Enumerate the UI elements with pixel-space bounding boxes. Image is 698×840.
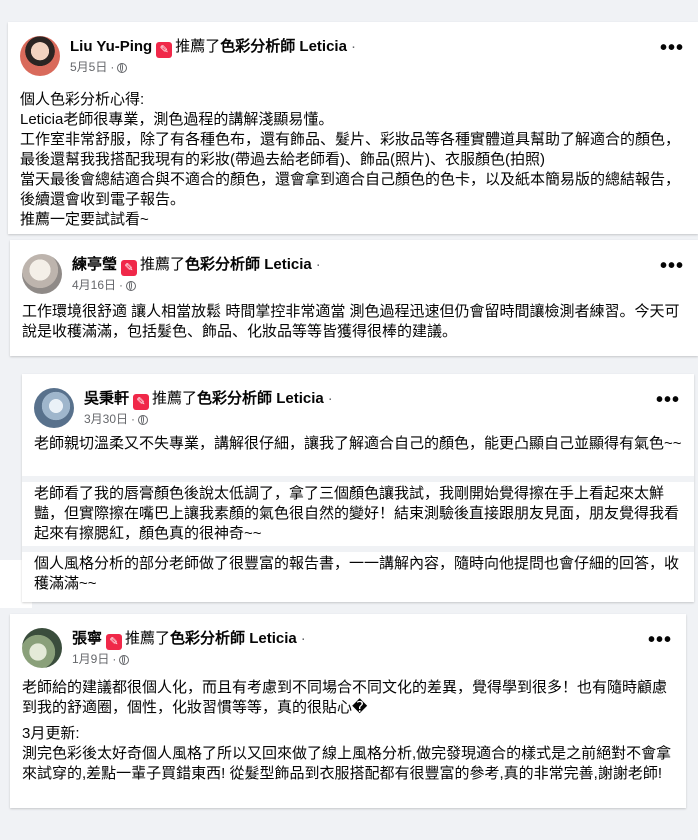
author-name[interactable]: 練亭瑩 bbox=[72, 256, 117, 273]
post-paragraph: 老師親切溫柔又不失專業，講解很仔細，讓我了解適合自己的顏色，能更凸顯自己並顯得有… bbox=[34, 435, 682, 452]
post-paragraph: Leticia老師很專業，測色過程的講解淺顯易懂。 bbox=[20, 111, 334, 128]
post-body: 個人色彩分析心得: Leticia老師很專業，測色過程的講解淺顯易懂。 工作室非… bbox=[20, 90, 686, 230]
post-title-line: 練亭瑩 ✎ 推薦了色彩分析師 Leticia · bbox=[72, 255, 321, 276]
post-meta: 5月5日 · bbox=[70, 59, 128, 75]
post-meta: 4月16日 · bbox=[72, 277, 137, 293]
post-body: 3月更新: 測完色彩後太好奇個人風格了所以又回來做了線上風格分析,做完發現適合的… bbox=[22, 724, 674, 784]
avatar[interactable] bbox=[22, 628, 62, 668]
post-paragraph: 老師給的建議都很個人化，而且有考慮到不同場合不同文化的差異，覺得學到很多！也有隨… bbox=[22, 679, 668, 716]
post-title-line: 吳秉軒 ✎ 推薦了色彩分析師 Leticia · bbox=[84, 389, 333, 410]
author-name[interactable]: 吳秉軒 bbox=[84, 390, 129, 407]
author-name[interactable]: Liu Yu-Ping bbox=[70, 38, 152, 55]
review-post: Liu Yu-Ping ✎ 推薦了色彩分析師 Leticia · 5月5日 · ••• … bbox=[8, 22, 698, 234]
post-paragraph: 3月更新: bbox=[22, 725, 80, 742]
separator-dot: · bbox=[110, 60, 115, 74]
separator-dot: · bbox=[112, 652, 117, 666]
page-link[interactable]: 色彩分析師 Leticia bbox=[185, 256, 312, 273]
post-title-line: 張寧 ✎ 推薦了色彩分析師 Leticia · bbox=[72, 629, 306, 650]
more-options-icon[interactable]: ••• bbox=[654, 390, 682, 414]
post-date[interactable]: 3月30日 bbox=[84, 412, 128, 426]
separator-dot: · bbox=[119, 278, 124, 292]
post-date[interactable]: 4月16日 bbox=[72, 278, 116, 292]
recommend-icon: ✎ bbox=[106, 634, 123, 650]
page-link[interactable]: 色彩分析師 Leticia bbox=[197, 390, 324, 407]
globe-icon bbox=[119, 655, 130, 665]
post-title-line: Liu Yu-Ping ✎ 推薦了色彩分析師 Leticia · bbox=[70, 37, 356, 58]
post-paragraph: 老師看了我的唇膏顏色後說太低調了，拿了三個顏色讓我試，我剛開始覺得擦在手上看起來… bbox=[34, 485, 680, 542]
recommend-icon: ✎ bbox=[121, 260, 138, 276]
globe-icon bbox=[117, 63, 128, 73]
post-date[interactable]: 5月5日 bbox=[70, 60, 107, 74]
post-paragraph: 測完色彩後太好奇個人風格了所以又回來做了線上風格分析,做完發現適合的樣式是之前絕… bbox=[22, 745, 672, 782]
more-options-icon[interactable]: ••• bbox=[658, 38, 686, 62]
recommend-action: 推薦了 bbox=[125, 630, 171, 647]
review-post: 練亭瑩 ✎ 推薦了色彩分析師 Leticia · 4月16日 · ••• 工作環境很舒適… bbox=[10, 240, 698, 356]
recommend-action: 推薦了 bbox=[140, 256, 186, 273]
post-body: 老師看了我的唇膏顏色後說太低調了，拿了三個顏色讓我試，我剛開始覺得擦在手上看起來… bbox=[34, 484, 682, 544]
post-body: 老師給的建議都很個人化，而且有考慮到不同場合不同文化的差異，覺得學到很多！也有隨… bbox=[22, 678, 674, 718]
post-body: 個人風格分析的部分老師做了很豐富的報告書，一一講解內容，隨時向他提問也會仔細的回… bbox=[34, 554, 682, 594]
divider bbox=[22, 476, 694, 482]
separator-dot: · bbox=[350, 38, 356, 55]
post-paragraph: 當天最後會總結適合與不適合的顏色，還會拿到適合自己顏色的色卡，以及紙本簡易版的總… bbox=[20, 171, 681, 208]
author-name[interactable]: 張寧 bbox=[72, 630, 102, 647]
post-paragraph: 個人風格分析的部分老師做了很豐富的報告書，一一講解內容，隨時向他提問也會仔細的回… bbox=[34, 555, 680, 592]
post-header: 張寧 ✎ 推薦了色彩分析師 Leticia · 1月9日 · ••• bbox=[22, 626, 674, 670]
post-body: 工作環境很舒適 讓人相當放鬆 時間掌控非常適當 測色過程迅速但仍會留時間讓檢測者… bbox=[22, 302, 686, 342]
separator-dot: · bbox=[327, 390, 333, 407]
separator-dot: · bbox=[131, 412, 136, 426]
post-paragraph: 個人色彩分析心得: bbox=[20, 91, 145, 108]
globe-icon bbox=[126, 281, 137, 291]
more-options-icon[interactable]: ••• bbox=[646, 630, 674, 654]
recommend-action: 推薦了 bbox=[152, 390, 198, 407]
review-post: 張寧 ✎ 推薦了色彩分析師 Leticia · 1月9日 · ••• 老師給的建議都很個… bbox=[10, 614, 686, 808]
separator-dot: · bbox=[315, 256, 321, 273]
post-meta: 1月9日 · bbox=[72, 651, 130, 667]
separator-dot: · bbox=[300, 630, 306, 647]
post-paragraph: 工作環境很舒適 讓人相當放鬆 時間掌控非常適當 測色過程迅速但仍會留時間讓檢測者… bbox=[22, 303, 680, 340]
recommend-action: 推薦了 bbox=[175, 38, 221, 55]
globe-icon bbox=[138, 415, 149, 425]
post-header: Liu Yu-Ping ✎ 推薦了色彩分析師 Leticia · 5月5日 · ••• bbox=[20, 34, 686, 78]
page-link[interactable]: 色彩分析師 Leticia bbox=[170, 630, 297, 647]
post-header: 練亭瑩 ✎ 推薦了色彩分析師 Leticia · 4月16日 · ••• bbox=[22, 252, 686, 296]
page-link[interactable]: 色彩分析師 Leticia bbox=[220, 38, 347, 55]
avatar[interactable] bbox=[20, 36, 60, 76]
more-options-icon[interactable]: ••• bbox=[658, 256, 686, 280]
recommend-icon: ✎ bbox=[133, 394, 150, 410]
post-paragraph: 推薦一定要試試看~ bbox=[20, 211, 149, 228]
avatar[interactable] bbox=[22, 254, 62, 294]
divider bbox=[22, 546, 694, 552]
post-body: 老師親切溫柔又不失專業，講解很仔細，讓我了解適合自己的顏色，能更凸顯自己並顯得有… bbox=[34, 434, 682, 454]
post-paragraph: 工作室非常舒服，除了有各種色布，還有飾品、髮片、彩妝品等各種實體道具幫助了解適合… bbox=[20, 131, 681, 168]
post-meta: 3月30日 · bbox=[84, 411, 149, 427]
review-post: 吳秉軒 ✎ 推薦了色彩分析師 Leticia · 3月30日 · ••• 老師親切溫柔又… bbox=[22, 374, 694, 602]
avatar[interactable] bbox=[34, 388, 74, 428]
post-date[interactable]: 1月9日 bbox=[72, 652, 109, 666]
post-header: 吳秉軒 ✎ 推薦了色彩分析師 Leticia · 3月30日 · ••• bbox=[34, 386, 682, 430]
recommend-icon: ✎ bbox=[156, 42, 173, 58]
